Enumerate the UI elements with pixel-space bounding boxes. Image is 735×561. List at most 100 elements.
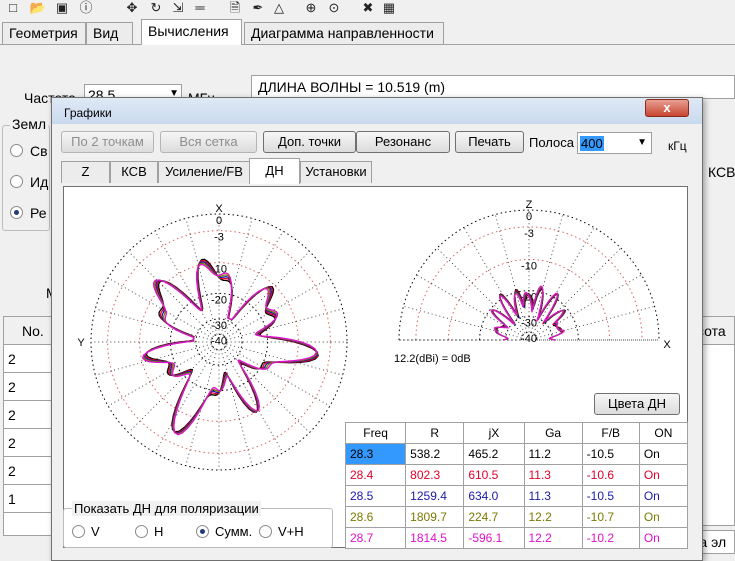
horizontal-pattern-trace: [143, 262, 318, 435]
tab-geometry[interactable]: Геометрия: [2, 22, 86, 44]
table-cell[interactable]: 12.2: [523, 506, 583, 528]
band-unit: кГц: [668, 139, 687, 153]
table-cell[interactable]: 610.5: [463, 464, 525, 486]
table-cell[interactable]: 28.5: [344, 485, 407, 507]
full-grid-button[interactable]: Вся сетка: [160, 131, 257, 153]
header-on[interactable]: ON: [638, 422, 689, 444]
grid-spoke: [530, 214, 563, 333]
ring-label: -20: [211, 294, 227, 306]
pattern-colors-button[interactable]: Цвета ДН: [594, 393, 680, 415]
info-icon[interactable]: ⓘ: [78, 1, 94, 15]
two-points-button[interactable]: По 2 точкам: [61, 131, 154, 153]
ground-radio-3-label: Ре: [30, 205, 47, 221]
tools-icon[interactable]: ✖: [360, 1, 376, 15]
polarization-vh-radio[interactable]: [259, 525, 272, 538]
new-file-icon[interactable]: □: [5, 1, 21, 15]
band-select[interactable]: 400 ▼: [577, 132, 652, 154]
header-freq[interactable]: Freq: [344, 422, 407, 444]
table-cell[interactable]: -10.5: [581, 443, 640, 465]
table-row[interactable]: 1: [4, 485, 52, 513]
close-button[interactable]: x: [645, 99, 689, 117]
table-cell[interactable]: On: [638, 506, 689, 528]
header-jx[interactable]: jX: [463, 422, 525, 444]
table-cell[interactable]: 28.3: [344, 443, 407, 465]
table-row[interactable]: 2: [4, 429, 52, 457]
move-icon[interactable]: ✥: [124, 1, 140, 15]
extra-points-button[interactable]: Доп. точки: [263, 131, 356, 153]
polarization-h-radio[interactable]: [135, 525, 148, 538]
table-cell[interactable]: On: [638, 464, 689, 486]
ring-label: 0: [216, 215, 222, 227]
segments-icon[interactable]: ═: [192, 1, 208, 15]
table-cell[interactable]: -10.5: [581, 485, 640, 507]
horizontal-pattern-plot: 0-3-10-20-30-40XY: [77, 203, 348, 471]
table-cell[interactable]: On: [638, 527, 689, 549]
tab-z[interactable]: Z: [61, 161, 110, 183]
table-cell[interactable]: 28.6: [344, 506, 407, 528]
grid-spoke: [534, 247, 622, 335]
polarization-sum-label: Сумм.: [215, 524, 253, 539]
table-cell[interactable]: 634.0: [463, 485, 525, 507]
table-cell[interactable]: 802.3: [405, 464, 465, 486]
crosshair-icon[interactable]: ⊕: [303, 1, 319, 15]
polarization-v-radio[interactable]: [72, 525, 85, 538]
table-cell[interactable]: 28.7: [344, 527, 407, 549]
table-cell[interactable]: -10.2: [581, 527, 640, 549]
tab-pattern[interactable]: ДН: [249, 158, 300, 184]
target-icon[interactable]: ⊙: [326, 1, 342, 15]
table-row[interactable]: 28.5 1259.4 634.0 11.3 -10.5 On: [344, 485, 689, 507]
table-row[interactable]: 28.4 802.3 610.5 11.3 -10.6 On: [344, 464, 689, 486]
tab-gain-fb[interactable]: Усиление/FB: [158, 161, 250, 183]
tab-radiation-pattern[interactable]: Диаграмма направленности: [244, 22, 444, 44]
table-row[interactable]: 28.3 538.2 465.2 11.2 -10.5 On: [344, 443, 689, 465]
table-cell[interactable]: On: [638, 443, 689, 465]
table-cell[interactable]: 1809.7: [405, 506, 465, 528]
table-cell[interactable]: -10.6: [581, 464, 640, 486]
resize-icon[interactable]: ⇲: [170, 1, 186, 15]
table-cell[interactable]: 11.2: [523, 443, 583, 465]
table-row[interactable]: 28.6 1809.7 224.7 12.2 -10.7 On: [344, 506, 689, 528]
ring-label: -40: [211, 335, 227, 347]
ring-label: -10: [521, 260, 537, 272]
triangle-icon[interactable]: △: [271, 1, 287, 15]
chevron-down-icon[interactable]: ▼: [637, 137, 647, 148]
table-row[interactable]: 2: [4, 401, 52, 429]
loads-table: No. 2 2 2 2 2 1: [3, 316, 53, 536]
tab-calculations[interactable]: Вычисления: [141, 19, 242, 45]
table-cell[interactable]: On: [638, 485, 689, 507]
header-fb[interactable]: F/B: [581, 422, 640, 444]
print-button[interactable]: Печать: [455, 131, 524, 153]
table-cell[interactable]: 11.3: [523, 485, 583, 507]
ground-radio-3[interactable]: [10, 206, 23, 219]
table-row[interactable]: 28.7 1814.5 -596.1 12.2 -10.2 On: [344, 527, 689, 549]
rotate-icon[interactable]: ↻: [148, 1, 164, 15]
tab-settings[interactable]: Установки: [300, 161, 372, 183]
header-r[interactable]: R: [405, 422, 465, 444]
resonance-button[interactable]: Резонанс: [356, 131, 450, 153]
table-cell[interactable]: 1814.5: [405, 527, 465, 549]
polarization-sum-radio[interactable]: [196, 525, 209, 538]
table-row[interactable]: 2: [4, 345, 52, 373]
calculator-icon[interactable]: ▦: [381, 1, 397, 15]
table-cell[interactable]: 11.3: [523, 464, 583, 486]
table-cell[interactable]: -596.1: [463, 527, 525, 549]
save-icon[interactable]: ▣: [54, 1, 70, 15]
table-cell[interactable]: 12.2: [523, 527, 583, 549]
header-ga[interactable]: Ga: [523, 422, 583, 444]
tab-swr[interactable]: КСВ: [110, 161, 158, 183]
table-cell[interactable]: 224.7: [463, 506, 525, 528]
document-icon[interactable]: 🗎: [227, 1, 243, 15]
table-row[interactable]: 2: [4, 373, 52, 401]
table-cell[interactable]: -10.7: [581, 506, 640, 528]
table-cell[interactable]: 1259.4: [405, 485, 465, 507]
vertical-pattern-plot: 0-3-10-20-30-40ZX: [398, 199, 671, 351]
table-cell[interactable]: 28.4: [344, 464, 407, 486]
table-cell[interactable]: 538.2: [405, 443, 465, 465]
ground-radio-2[interactable]: [10, 175, 23, 188]
ground-radio-1[interactable]: [10, 144, 23, 157]
table-cell[interactable]: 465.2: [463, 443, 525, 465]
draw-icon[interactable]: ✒: [250, 1, 266, 15]
tab-view[interactable]: Вид: [86, 22, 133, 44]
table-row[interactable]: 2: [4, 457, 52, 485]
open-folder-icon[interactable]: 📂: [30, 1, 46, 15]
